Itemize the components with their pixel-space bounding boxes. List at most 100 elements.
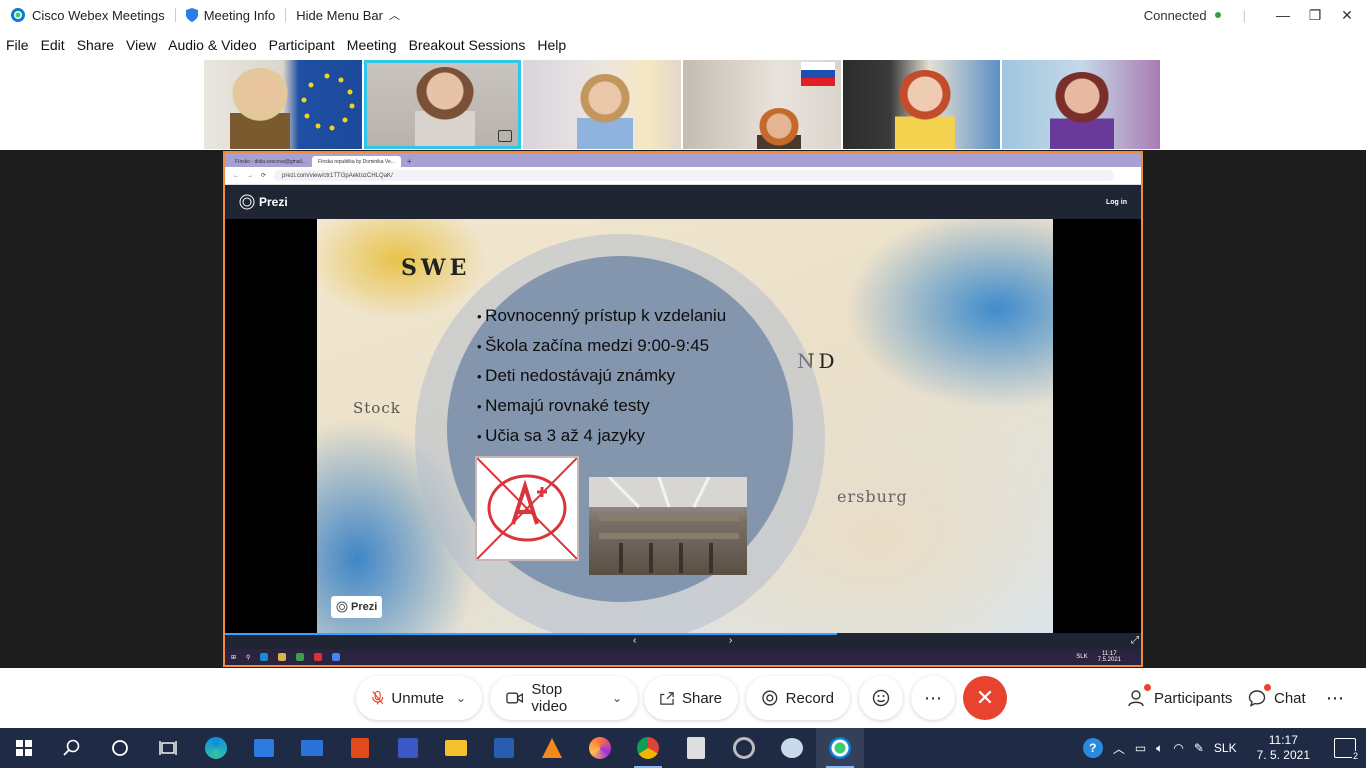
shared-screen[interactable]: Fínsko - didia.svecova@gmail... Fínska r… bbox=[223, 151, 1143, 667]
paint-icon[interactable] bbox=[768, 728, 816, 768]
participants-label: Participants bbox=[1154, 689, 1233, 707]
participants-button[interactable]: Participants bbox=[1128, 676, 1232, 720]
participant-video-tile[interactable] bbox=[1002, 60, 1161, 149]
menu-edit[interactable]: Edit bbox=[35, 32, 71, 58]
mail-icon[interactable] bbox=[288, 728, 336, 768]
pen-icon[interactable]: ✎ bbox=[1194, 741, 1204, 755]
participant-video-tile[interactable] bbox=[842, 60, 1001, 149]
input-language[interactable]: SLK bbox=[1214, 741, 1237, 755]
store-icon[interactable] bbox=[240, 728, 288, 768]
wifi-icon[interactable]: ◠ bbox=[1173, 741, 1183, 755]
windows-taskbar: ? ︿ ▭ 🔈︎ ◠ ✎ SLK 11:17 7. 5. 2021 2 bbox=[0, 728, 1366, 768]
windows-start-button[interactable] bbox=[0, 728, 48, 768]
firefox-icon[interactable] bbox=[576, 728, 624, 768]
app-icon bbox=[332, 653, 341, 661]
share-screen-icon bbox=[498, 130, 513, 142]
vlc-icon[interactable] bbox=[528, 728, 576, 768]
document-app-icon[interactable] bbox=[672, 728, 720, 768]
menu-help[interactable]: Help bbox=[531, 32, 572, 58]
task-view-icon bbox=[159, 741, 177, 755]
notification-center-button[interactable]: 2 bbox=[1334, 738, 1359, 761]
system-clock[interactable]: 11:17 7. 5. 2021 bbox=[1257, 733, 1310, 763]
hide-menu-bar-button[interactable]: Hide Menu Bar ︿ bbox=[286, 0, 410, 30]
stop-video-button[interactable]: Stop video ⌄ bbox=[490, 676, 638, 720]
save-disk-icon[interactable] bbox=[384, 728, 432, 768]
person-silhouette bbox=[894, 70, 955, 149]
app-icon bbox=[278, 653, 287, 661]
ellipsis-icon: ⋯ bbox=[1326, 687, 1344, 708]
menu-audio-video[interactable]: Audio & Video bbox=[162, 32, 262, 58]
participant-video-tile[interactable] bbox=[523, 60, 682, 149]
media-player-icon[interactable] bbox=[720, 728, 768, 768]
reactions-button[interactable] bbox=[859, 676, 903, 720]
prezi-logo: Prezi bbox=[239, 194, 288, 210]
address-bar: prezi.com/view/ctr1TTGpAektozCHLQaK/ bbox=[274, 170, 1115, 181]
file-explorer-icon[interactable] bbox=[432, 728, 480, 768]
share-label: Share bbox=[681, 689, 722, 707]
person-silhouette bbox=[577, 74, 634, 149]
person-icon bbox=[1128, 690, 1144, 707]
inner-clock-date: 7.5.2021 bbox=[1097, 657, 1121, 663]
map-label: ersburg bbox=[837, 487, 908, 506]
menu-participant[interactable]: Participant bbox=[263, 32, 341, 58]
chevron-up-icon[interactable]: ︿ bbox=[1113, 740, 1125, 757]
close-window-button[interactable]: ✕ bbox=[1332, 0, 1362, 30]
chevron-down-icon[interactable]: ⌄ bbox=[456, 691, 466, 705]
meeting-info-button[interactable]: Meeting Info bbox=[176, 0, 286, 30]
prezi-watermark-text: Prezi bbox=[351, 601, 378, 613]
app-name: Cisco Webex Meetings bbox=[32, 7, 165, 23]
more-options-button[interactable]: ⋯ bbox=[911, 676, 955, 720]
battery-icon[interactable]: ▭ bbox=[1135, 741, 1146, 755]
task-view-button[interactable] bbox=[144, 728, 192, 768]
close-icon: ✕ bbox=[975, 685, 995, 710]
chat-button[interactable]: Chat bbox=[1248, 676, 1306, 720]
person-silhouette bbox=[414, 67, 475, 146]
camera-icon bbox=[506, 692, 524, 704]
participant-video-tile[interactable] bbox=[204, 60, 362, 149]
menu-view[interactable]: View bbox=[120, 32, 162, 58]
share-icon bbox=[660, 692, 674, 705]
taskbar-search-button[interactable] bbox=[48, 728, 96, 768]
word-icon[interactable] bbox=[480, 728, 528, 768]
help-icon[interactable]: ? bbox=[1082, 738, 1103, 758]
unmute-button[interactable]: Unmute ⌄ bbox=[356, 676, 482, 720]
record-label: Record bbox=[785, 689, 834, 707]
more-panels-button[interactable]: ⋯ bbox=[1326, 676, 1344, 720]
browser-address-row: ← → ⟳ prezi.com/view/ctr1TTGpAektozCHLQa… bbox=[225, 167, 1141, 185]
back-icon: ← bbox=[233, 172, 239, 179]
record-icon bbox=[762, 690, 778, 706]
share-button[interactable]: Share bbox=[644, 676, 738, 720]
person-silhouette bbox=[757, 108, 802, 149]
chevron-left-icon: ‹ bbox=[633, 635, 637, 646]
menu-file[interactable]: File bbox=[0, 32, 35, 58]
edge-browser-icon[interactable] bbox=[192, 728, 240, 768]
chrome-icon[interactable] bbox=[624, 728, 672, 768]
menu-share[interactable]: Share bbox=[71, 32, 120, 58]
smiley-icon bbox=[872, 689, 890, 707]
forward-icon: → bbox=[247, 172, 253, 179]
office-icon[interactable] bbox=[336, 728, 384, 768]
prezi-logo-icon bbox=[336, 601, 348, 613]
clock-time: 11:17 bbox=[1268, 733, 1298, 747]
chevron-right-icon: › bbox=[729, 635, 733, 646]
minimize-button[interactable]: — bbox=[1268, 0, 1298, 30]
webex-taskbar-icon[interactable] bbox=[816, 728, 864, 768]
restore-button[interactable]: ❐ bbox=[1300, 0, 1330, 30]
windows-start-icon: ⊞ bbox=[231, 654, 237, 661]
inner-tray-clock: 11:17 7.5.2021 bbox=[1098, 651, 1141, 663]
speaker-icon[interactable]: 🔈︎ bbox=[1156, 741, 1163, 756]
cortana-button[interactable] bbox=[96, 728, 144, 768]
active-speaker-video-tile[interactable] bbox=[363, 60, 522, 149]
participant-video-tile[interactable] bbox=[683, 60, 841, 149]
eu-flag-icon bbox=[301, 73, 355, 131]
browser-tab-active: Fínska republika by Dominika Ve... bbox=[311, 156, 401, 167]
slide-bullet-list: Rovnocenný prístup k vzdelaniu Škola zač… bbox=[477, 301, 726, 451]
record-button[interactable]: Record bbox=[746, 676, 850, 720]
prezi-logo-text: Prezi bbox=[259, 195, 288, 209]
leave-meeting-button[interactable]: ✕ bbox=[963, 676, 1007, 720]
menu-meeting[interactable]: Meeting bbox=[341, 32, 403, 58]
connection-status-text: Connected bbox=[1143, 7, 1207, 23]
menu-breakout-sessions[interactable]: Breakout Sessions bbox=[403, 32, 532, 58]
slide-bullet: Deti nedostávajú známky bbox=[477, 361, 726, 391]
chevron-down-icon[interactable]: ⌄ bbox=[612, 691, 622, 705]
